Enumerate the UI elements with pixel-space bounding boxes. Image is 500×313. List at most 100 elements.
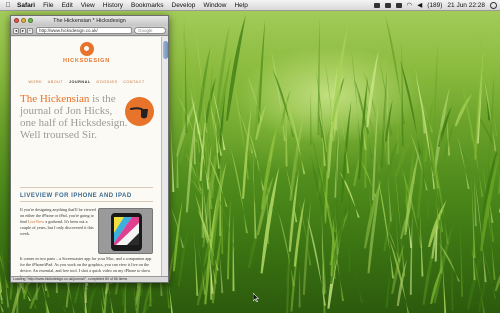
minimize-button[interactable]	[21, 18, 26, 23]
grass-blade	[348, 182, 351, 272]
logo-text: HICKSDESIGN	[63, 58, 110, 64]
grass-blade	[330, 24, 349, 137]
grass-blade	[221, 191, 224, 254]
grass-blade	[353, 270, 363, 303]
menu-file[interactable]: File	[39, 0, 57, 11]
menu-view[interactable]: View	[77, 0, 99, 11]
grass-blade	[377, 178, 395, 279]
menu-edit[interactable]: Edit	[58, 0, 77, 11]
status-icon[interactable]	[373, 3, 380, 8]
close-button[interactable]	[14, 18, 19, 23]
grass-blade	[302, 199, 312, 295]
grass-blade	[55, 290, 67, 313]
divider	[20, 187, 153, 188]
grass-blade	[474, 45, 485, 160]
status-icon[interactable]	[384, 3, 391, 8]
grass-blade	[261, 118, 279, 210]
intro-highlight: The Hickensian	[20, 93, 90, 105]
grass-blade	[474, 173, 477, 227]
grass-blade	[270, 49, 286, 141]
grass-blade	[383, 203, 395, 251]
zoom-button[interactable]	[28, 18, 33, 23]
menu-bar:  Safari File Edit View History Bookmark…	[0, 0, 500, 11]
grass-blade	[184, 16, 188, 134]
forward-button[interactable]: ▸	[20, 27, 26, 34]
intro-text: The Hickensian is the journal of Jon Hic…	[20, 93, 130, 141]
liveview-app-image	[98, 208, 153, 254]
grass-blade	[257, 18, 266, 124]
scrollbar[interactable]	[161, 37, 168, 278]
grass-blade	[182, 8, 185, 128]
grass-blade	[456, 140, 473, 173]
grass-blade	[371, 102, 379, 201]
grass-blade	[459, 202, 464, 297]
post-title[interactable]: LIVEVIEW FOR IPHONE AND IPAD	[20, 193, 132, 199]
grass-blade	[494, 274, 500, 291]
grass-blade	[277, 198, 290, 297]
menu-history[interactable]: History	[99, 0, 127, 11]
grass-blade	[298, 268, 301, 308]
nav-item-contact[interactable]: CONTACT	[123, 80, 145, 84]
nav-item-journal[interactable]: JOURNAL	[69, 80, 91, 84]
grass-blade	[286, 212, 291, 313]
grass-blade	[324, 253, 327, 294]
grass-blade	[409, 213, 413, 295]
grass-blade	[335, 119, 338, 236]
status-bar: Loading "http://www.hicksdesign.co.uk/jo…	[11, 276, 168, 282]
post-paragraph-2: It comes in two parts – a Screencaster a…	[20, 256, 152, 278]
grass-blade	[29, 283, 42, 309]
grass-blade	[192, 212, 199, 296]
back-button[interactable]: ◂	[13, 27, 19, 34]
battery-status[interactable]: (189)	[427, 0, 442, 11]
menu-app-name[interactable]: Safari	[13, 0, 39, 11]
window-controls	[14, 18, 35, 23]
pipe-icon	[125, 97, 154, 126]
address-bar[interactable]: http://www.hicksdesign.co.uk/	[36, 27, 132, 34]
grass-blade	[426, 166, 429, 219]
apple-icon[interactable]: 	[3, 0, 13, 11]
divider	[20, 201, 153, 202]
spotlight-icon[interactable]	[490, 2, 497, 9]
grass-blade	[0, 254, 9, 288]
menu-bookmarks[interactable]: Bookmarks	[127, 0, 168, 11]
grass-blade	[169, 109, 175, 192]
nav-item-goodies[interactable]: GOODIES	[96, 80, 117, 84]
post-paragraph-1: If you're designing anything that'll be …	[20, 207, 96, 237]
menu-window[interactable]: Window	[199, 0, 230, 11]
grass-blade	[309, 89, 312, 145]
nav-item-about[interactable]: ABOUT	[48, 80, 64, 84]
add-bookmark-button[interactable]: +	[27, 27, 33, 34]
search-input[interactable]: Google	[134, 27, 166, 34]
nav-item-work[interactable]: WORK	[28, 80, 42, 84]
menu-clock[interactable]: 21 Jun 22:28	[447, 0, 485, 11]
window-title: The Hickensian * Hicksdesign	[53, 18, 126, 24]
site-logo[interactable]: HICKSDESIGN	[11, 42, 162, 64]
grass-blade	[386, 46, 390, 165]
browser-toolbar: ◂ ▸ + http://www.hicksdesign.co.uk/ Goog…	[11, 26, 168, 36]
grass-blade	[285, 70, 288, 167]
grass-blade	[432, 42, 439, 161]
grass-blade	[226, 197, 231, 280]
safari-window: The Hickensian * Hicksdesign ◂ ▸ + http:…	[10, 15, 169, 283]
site-nav: WORK ABOUT JOURNAL GOODIES CONTACT	[11, 80, 162, 84]
grass-blade	[415, 75, 436, 190]
grass-blade	[457, 136, 470, 189]
menu-develop[interactable]: Develop	[168, 0, 200, 11]
web-page: HICKSDESIGN WORK ABOUT JOURNAL GOODIES C…	[11, 37, 162, 278]
window-titlebar[interactable]: The Hickensian * Hicksdesign	[11, 16, 168, 26]
mouse-cursor-icon	[253, 293, 259, 302]
grass-blade	[232, 213, 235, 292]
scrollbar-thumb[interactable]	[163, 41, 168, 59]
logo-icon	[79, 42, 94, 56]
wifi-icon[interactable]: ◠	[407, 0, 413, 11]
menu-help[interactable]: Help	[230, 0, 251, 11]
menu-extras: ◠ ◀ (189) 21 Jun 22:28	[369, 0, 497, 11]
grass-blade	[451, 244, 454, 311]
grass-blade	[385, 269, 391, 308]
grass-blade	[290, 247, 299, 312]
liveview-link[interactable]: LiveView	[28, 219, 45, 224]
grass-blade	[396, 105, 399, 154]
grass-blade	[87, 287, 96, 313]
volume-icon[interactable]: ◀	[417, 0, 422, 11]
status-icon[interactable]	[395, 3, 402, 8]
